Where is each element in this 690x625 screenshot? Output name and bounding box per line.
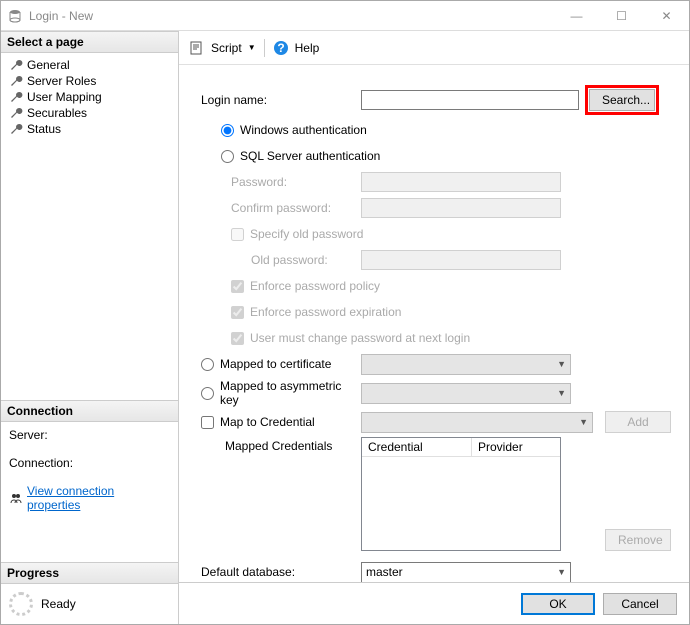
asymmetric-key-combo: ▼ [361, 383, 571, 404]
mapped-certificate-label: Mapped to certificate [220, 357, 331, 371]
enforce-expiration-checkbox [231, 306, 244, 319]
wrench-icon [9, 74, 23, 88]
page-server-roles[interactable]: Server Roles [5, 73, 174, 89]
server-label: Server: [9, 428, 170, 442]
mapped-asymmetric-key-radio[interactable] [201, 387, 214, 400]
windows-auth-label: Windows authentication [240, 123, 367, 137]
minimize-button[interactable]: — [554, 1, 599, 30]
must-change-password-checkbox [231, 332, 244, 345]
remove-button: Remove [605, 529, 671, 551]
specify-old-password-checkbox [231, 228, 244, 241]
enforce-expiration-label: Enforce password expiration [250, 305, 401, 319]
app-icon [7, 8, 23, 24]
help-button[interactable]: Help [295, 41, 320, 55]
map-to-credential-label: Map to Credential [220, 415, 315, 429]
progress-status: Ready [41, 597, 76, 611]
credential-combo[interactable]: ▼ [361, 412, 593, 433]
select-page-header: Select a page [1, 31, 178, 53]
ok-button[interactable]: OK [521, 593, 595, 615]
users-icon [9, 491, 23, 505]
wrench-icon [9, 122, 23, 136]
password-label: Password: [201, 175, 361, 189]
default-database-label: Default database: [201, 565, 361, 579]
script-button[interactable]: Script [211, 41, 242, 55]
connection-header: Connection [1, 400, 178, 422]
windows-auth-radio[interactable] [221, 124, 234, 137]
search-button-highlight: Search... [585, 85, 659, 115]
connection-label: Connection: [9, 456, 170, 470]
mapped-certificate-radio[interactable] [201, 358, 214, 371]
mapped-asymmetric-key-label: Mapped to asymmetric key [220, 379, 361, 407]
wrench-icon [9, 58, 23, 72]
add-button: Add [605, 411, 671, 433]
old-password-input [361, 250, 561, 270]
help-icon: ? [273, 40, 289, 56]
login-name-label: Login name: [201, 93, 361, 107]
svg-text:?: ? [277, 41, 284, 55]
toolbar: Script ▼ ? Help [179, 31, 689, 65]
page-list: General Server Roles User Mapping Secura… [1, 53, 178, 141]
wrench-icon [9, 90, 23, 104]
col-credential: Credential [362, 438, 472, 456]
certificate-combo: ▼ [361, 354, 571, 375]
enforce-policy-checkbox [231, 280, 244, 293]
cancel-button[interactable]: Cancel [603, 593, 677, 615]
progress-spinner-icon [9, 592, 33, 616]
sql-auth-label: SQL Server authentication [240, 149, 380, 163]
maximize-button[interactable]: ☐ [599, 1, 644, 30]
page-general[interactable]: General [5, 57, 174, 73]
page-user-mapping[interactable]: User Mapping [5, 89, 174, 105]
dropdown-arrow-icon[interactable]: ▼ [248, 43, 256, 52]
search-button[interactable]: Search... [589, 89, 655, 111]
mapped-credentials-label: Mapped Credentials [201, 437, 361, 453]
map-to-credential-checkbox[interactable] [201, 416, 214, 429]
window-title: Login - New [29, 9, 554, 23]
col-provider: Provider [472, 438, 558, 456]
specify-old-password-label: Specify old password [250, 227, 363, 241]
old-password-label: Old password: [201, 253, 361, 267]
left-panel: Select a page General Server Roles User … [1, 31, 179, 624]
page-securables[interactable]: Securables [5, 105, 174, 121]
page-status[interactable]: Status [5, 121, 174, 137]
login-name-input[interactable] [361, 90, 579, 110]
default-database-combo[interactable]: master▼ [361, 562, 571, 583]
enforce-policy-label: Enforce password policy [250, 279, 380, 293]
view-connection-properties-link[interactable]: View connection properties [27, 484, 170, 512]
mapped-credentials-grid[interactable]: Credential Provider [361, 437, 561, 551]
password-input [361, 172, 561, 192]
wrench-icon [9, 106, 23, 120]
confirm-password-label: Confirm password: [201, 201, 361, 215]
sql-auth-radio[interactable] [221, 150, 234, 163]
confirm-password-input [361, 198, 561, 218]
must-change-password-label: User must change password at next login [250, 331, 470, 345]
close-button[interactable]: ✕ [644, 1, 689, 30]
script-icon [189, 40, 205, 56]
titlebar: Login - New — ☐ ✕ [1, 1, 689, 31]
dialog-footer: OK Cancel [179, 582, 689, 624]
progress-header: Progress [1, 562, 178, 584]
